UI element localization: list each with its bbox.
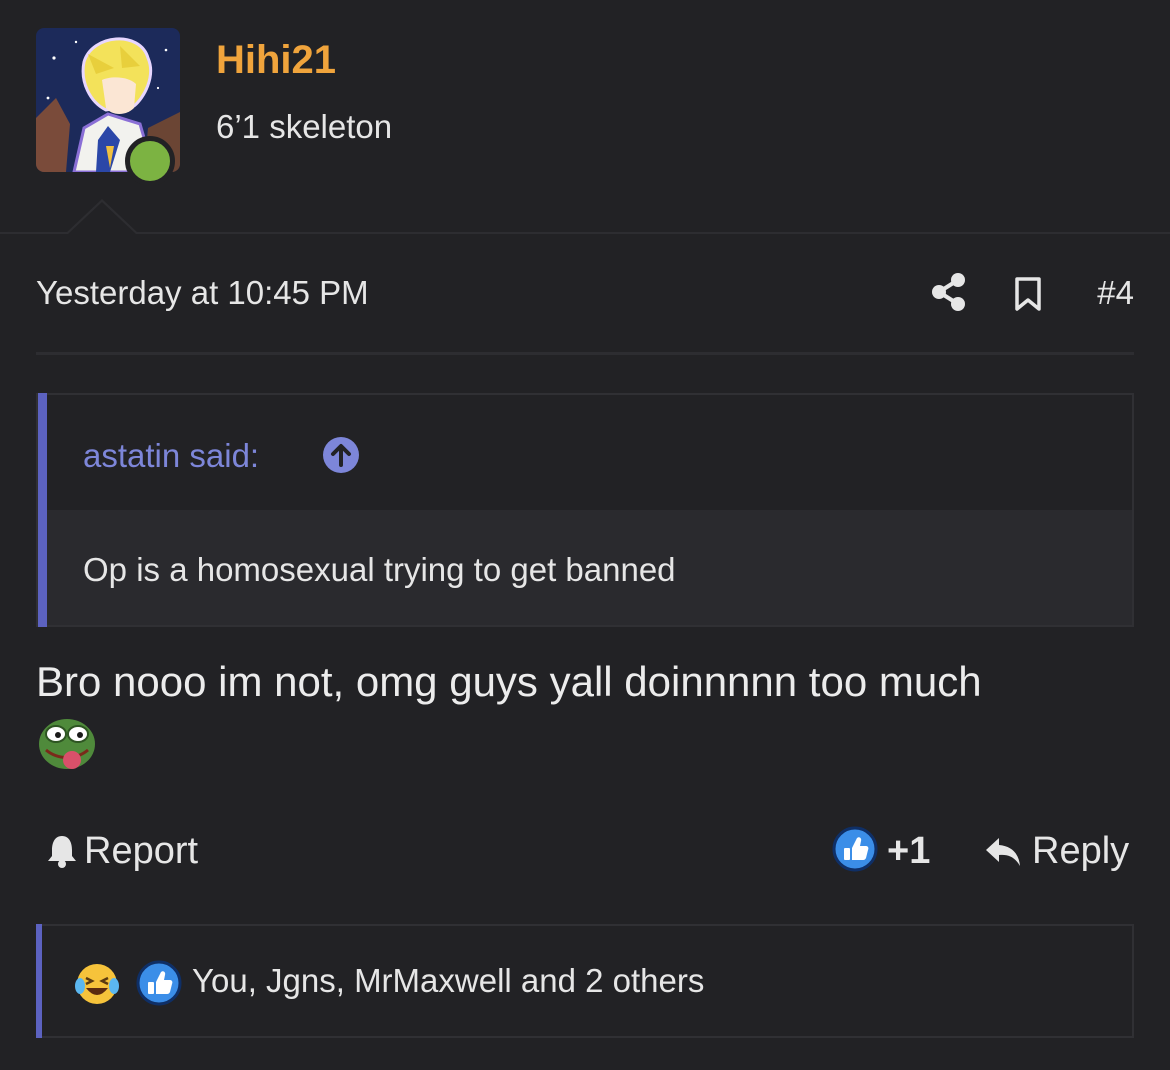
post-meta-row: Yesterday at 10:45 PM #4 xyxy=(36,272,1134,316)
thumbs-up-icon xyxy=(136,960,182,1006)
bell-icon xyxy=(48,836,76,868)
quote-text: Op is a homosexual trying to get banned xyxy=(83,551,676,588)
report-label: Report xyxy=(84,830,199,872)
meta-divider xyxy=(36,352,1134,355)
quote-attribution[interactable]: astatin said: xyxy=(83,437,259,475)
share-icon[interactable] xyxy=(931,272,967,312)
reactions-bar[interactable]: You, Jgns, MrMaxwell and 2 others xyxy=(36,924,1134,1038)
arrow-up-circle-icon[interactable] xyxy=(322,436,360,474)
bookmark-icon[interactable] xyxy=(1014,276,1042,312)
online-status-indicator xyxy=(125,136,175,186)
reply-label: Reply xyxy=(1032,830,1130,872)
post-date[interactable]: Yesterday at 10:45 PM xyxy=(36,274,369,312)
quote-header: astatin said: xyxy=(47,395,1132,510)
thumbs-up-icon[interactable] xyxy=(832,826,878,872)
user-title: 6’1 skeleton xyxy=(216,108,393,145)
header-divider xyxy=(0,232,1170,234)
quote-accent-bar xyxy=(38,393,47,627)
reactions-summary: You, Jgns, MrMaxwell and 2 others xyxy=(192,962,705,999)
like-count[interactable]: +1 xyxy=(887,830,930,873)
quote-block: astatin said: Op is a homosexual trying … xyxy=(36,393,1134,627)
post-container: Hihi21 6’1 skeleton Yesterday at 10:45 P… xyxy=(0,0,1170,1070)
reply-arrow-icon xyxy=(986,838,1020,866)
post-author-header: Hihi21 6’1 skeleton xyxy=(0,0,1170,232)
message-text: Bro nooo im not, omg guys yall doinnnnn … xyxy=(36,658,982,705)
laugh-cry-icon xyxy=(75,964,119,1004)
header-pointer-inner xyxy=(68,202,136,234)
reactions-accent-bar xyxy=(36,924,42,1038)
post-number-link[interactable]: #4 xyxy=(1097,274,1134,312)
username[interactable]: Hihi21 xyxy=(216,38,336,83)
pepe-emoji xyxy=(39,719,95,769)
